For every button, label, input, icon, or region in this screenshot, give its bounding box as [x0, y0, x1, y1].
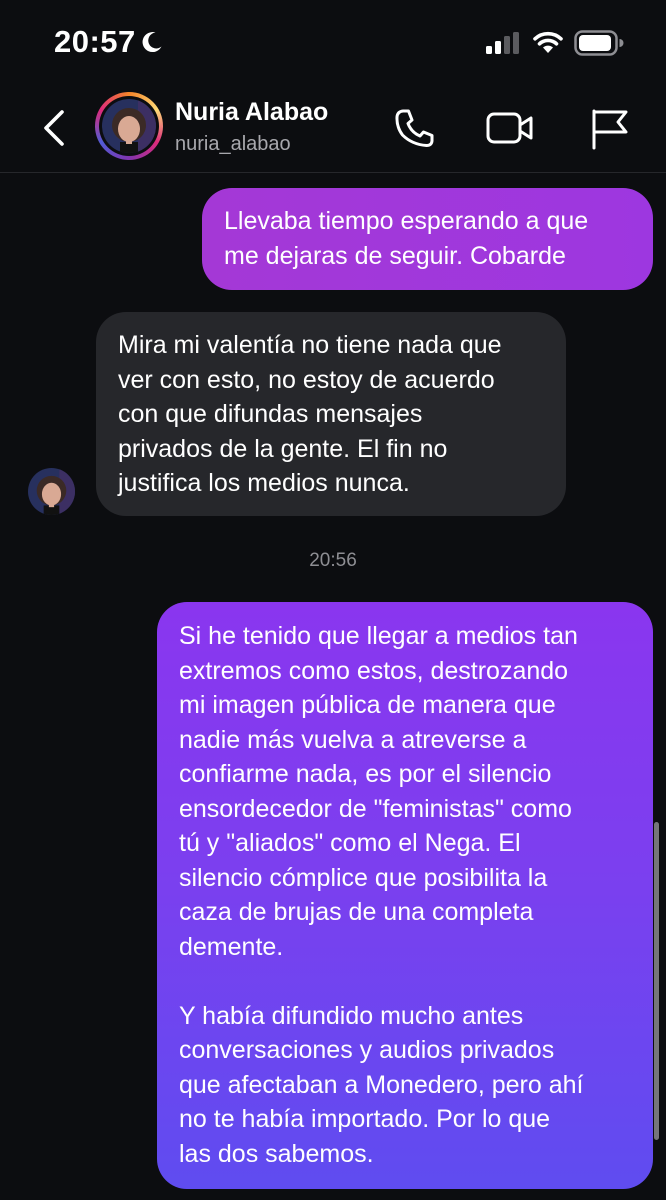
avatar[interactable] [95, 92, 163, 160]
message-timestamp: 20:56 [309, 550, 357, 571]
signal-icon [486, 32, 519, 54]
message-bubble-sent[interactable]: Si he tenido que llegar a medios tan ext… [157, 602, 653, 1189]
chat-header: Nuria Alabao nuria_alabao [0, 88, 666, 173]
contact-username: nuria_alabao [175, 133, 291, 155]
phone-icon[interactable] [390, 104, 438, 152]
avatar-photo [102, 99, 156, 153]
battery-icon [574, 30, 624, 56]
chevron-left-icon[interactable] [38, 106, 72, 150]
wifi-icon [533, 31, 563, 53]
contact-name[interactable]: Nuria Alabao [175, 98, 328, 127]
chat-screen: 20:57 Nuria Alabao nuria_alabao Llevaba … [0, 0, 666, 1200]
moon-icon [142, 32, 162, 53]
message-bubble-received[interactable]: Mira mi valentía no tiene nada que ver c… [96, 312, 566, 516]
status-bar: 20:57 [0, 0, 666, 88]
status-time: 20:57 [54, 24, 136, 59]
message-bubble-sent[interactable]: Llevaba tiempo esperando a que me dejara… [202, 188, 653, 290]
flag-icon[interactable] [584, 104, 632, 152]
video-camera-icon[interactable] [484, 104, 536, 152]
scroll-indicator[interactable] [654, 822, 659, 1140]
sender-avatar[interactable] [28, 468, 75, 515]
